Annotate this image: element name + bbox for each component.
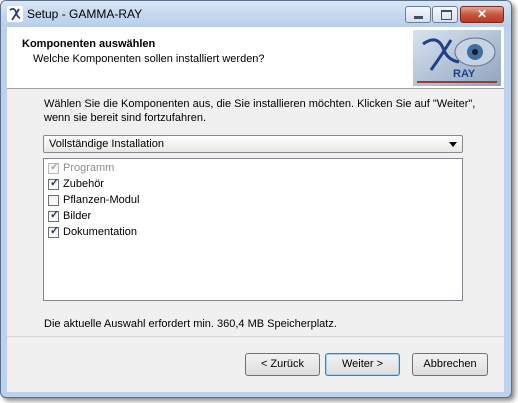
setup-window: Setup - GAMMA-RAY ✕ Komponenten auswähle…: [0, 0, 512, 398]
wizard-footer: < Zurück Weiter > Abbrechen: [7, 336, 504, 392]
component-label: Programm: [63, 162, 115, 174]
wizard-body: Wählen Sie die Komponenten aus, die Sie …: [7, 89, 504, 336]
checkmark-icon: ✓: [50, 209, 60, 221]
component-label[interactable]: Pflanzen-Modul: [63, 194, 139, 206]
install-type-value: Vollständige Installation: [49, 138, 164, 150]
component-label[interactable]: Dokumentation: [63, 226, 137, 238]
intro-text: Wählen Sie die Komponenten aus, die Sie …: [44, 98, 476, 124]
checkbox[interactable]: ✓: [48, 177, 60, 190]
checkmark-icon: ✓: [50, 225, 60, 237]
checkbox[interactable]: [48, 195, 59, 206]
maximize-icon: [441, 10, 452, 20]
close-icon: ✕: [476, 7, 488, 21]
window-title: Setup - GAMMA-RAY: [27, 7, 143, 21]
next-button[interactable]: Weiter >: [325, 353, 400, 376]
checkmark-icon: ✓: [50, 161, 60, 173]
maximize-button[interactable]: [432, 6, 458, 23]
cancel-button[interactable]: Abbrechen: [412, 353, 488, 376]
page-subtitle: Welche Komponenten sollen installiert we…: [33, 53, 265, 65]
install-type-select[interactable]: Vollständige Installation: [43, 135, 463, 153]
checkmark-icon: ✓: [50, 177, 60, 189]
components-list[interactable]: ✓ Programm ✓ Zubehör Pflanzen-Modul ✓ Bi…: [43, 158, 463, 301]
checkbox[interactable]: ✓: [48, 225, 60, 238]
title-bar[interactable]: Setup - GAMMA-RAY ✕: [1, 1, 511, 27]
wizard-header: Komponenten auswählen Welche Komponenten…: [7, 27, 504, 89]
component-label[interactable]: Zubehör: [63, 178, 104, 190]
app-icon: [7, 6, 23, 22]
back-button[interactable]: < Zurück: [245, 353, 320, 376]
page-title: Komponenten auswählen: [22, 38, 156, 50]
space-required-text: Die aktuelle Auswahl erfordert min. 360,…: [44, 318, 337, 330]
gamma-ray-logo: RAY: [413, 30, 501, 86]
checkbox[interactable]: ✓: [48, 209, 60, 222]
minimize-icon: [414, 16, 423, 19]
checkbox: ✓: [48, 161, 60, 174]
logo-text: RAY: [453, 68, 476, 80]
chevron-down-icon[interactable]: [449, 142, 457, 147]
minimize-button[interactable]: [405, 6, 431, 23]
component-label[interactable]: Bilder: [63, 210, 91, 222]
close-button[interactable]: ✕: [460, 6, 504, 23]
